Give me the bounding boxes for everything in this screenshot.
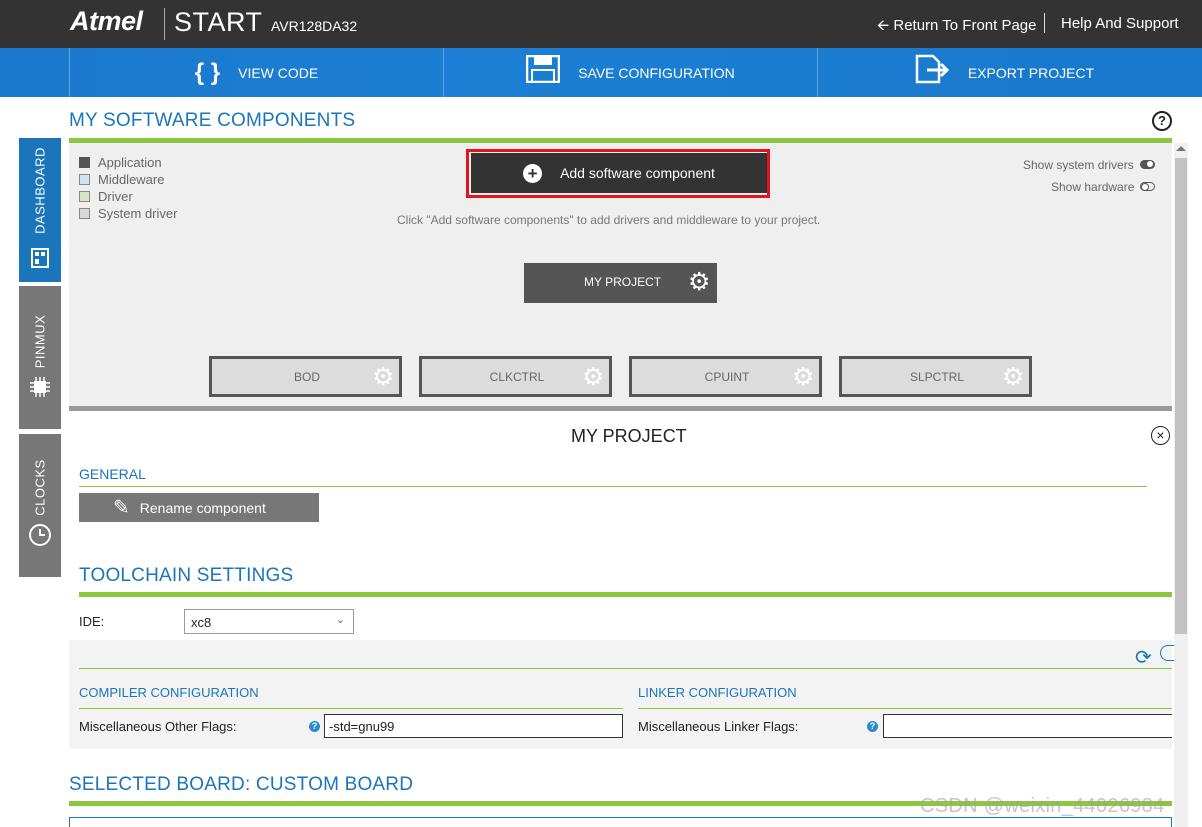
- top-bar: Atmel START AVR128DA32 🡨 Return To Front…: [0, 0, 1202, 48]
- component-bod[interactable]: BOD ⚙: [209, 356, 402, 397]
- save-configuration-label: SAVE CONFIGURATION: [578, 64, 735, 81]
- help-and-support-link[interactable]: Help And Support: [1061, 15, 1179, 32]
- highlight-box: [466, 149, 770, 198]
- legend-driver: Driver: [79, 189, 133, 204]
- show-system-drivers-label: Show system drivers: [1023, 158, 1134, 172]
- legend-swatch: [79, 191, 90, 202]
- info-icon[interactable]: ?: [309, 721, 320, 732]
- toolchain-sub-rule: [79, 668, 1172, 669]
- linker-flags-label: Miscellaneous Linker Flags:: [638, 719, 799, 734]
- legend-application: Application: [79, 155, 162, 170]
- floppy-disk-icon: [525, 54, 561, 90]
- show-system-drivers-toggle[interactable]: Show system drivers: [1023, 158, 1155, 172]
- tab-pinmux[interactable]: PINMUX: [19, 286, 61, 429]
- board-panel: [69, 817, 1172, 827]
- gear-icon[interactable]: ⚙: [1002, 365, 1024, 390]
- save-configuration-button[interactable]: SAVE CONFIGURATION: [443, 48, 817, 97]
- info-icon[interactable]: ?: [867, 721, 878, 732]
- ide-selected-value: xc8: [191, 615, 212, 630]
- tab-clocks-label: CLOCKS: [32, 459, 48, 516]
- view-code-button[interactable]: { } VIEW CODE: [69, 48, 443, 97]
- legend-swatch: [79, 208, 90, 219]
- device-name: AVR128DA32: [271, 18, 358, 34]
- scroll-up-arrow[interactable]: [1176, 146, 1186, 151]
- refresh-icon[interactable]: ⟳: [1135, 645, 1152, 670]
- help-icon[interactable]: ?: [1152, 111, 1172, 131]
- gear-icon[interactable]: ⚙: [372, 365, 394, 390]
- legend-label: Driver: [98, 189, 133, 204]
- my-project-node-label: MY PROJECT: [584, 275, 662, 289]
- legend-middleware: Middleware: [79, 172, 164, 187]
- return-to-front-page-link[interactable]: 🡨 Return To Front Page: [877, 15, 1037, 40]
- tab-pinmux-label: PINMUX: [32, 314, 48, 369]
- legend-label: Application: [98, 155, 162, 170]
- rename-component-label: Rename component: [139, 499, 266, 516]
- tab-clocks[interactable]: CLOCKS: [19, 434, 61, 577]
- general-title: GENERAL: [79, 466, 146, 482]
- my-project-node[interactable]: MY PROJECT ⚙: [524, 263, 717, 303]
- braces-icon: { }: [194, 58, 221, 86]
- tab-dashboard[interactable]: DASHBOARD: [19, 138, 61, 282]
- gear-icon[interactable]: ⚙: [582, 365, 604, 390]
- dashboard-icon: [31, 248, 49, 273]
- legend-swatch: [79, 157, 90, 168]
- show-hardware-label: Show hardware: [1051, 180, 1135, 194]
- pencil-icon: ✎: [113, 497, 130, 519]
- main-toolbar: { } VIEW CODE SAVE CONFIGURATION EXPORT …: [0, 48, 1202, 97]
- add-component-hint: Click "Add software components" to add d…: [397, 213, 821, 227]
- legend-label: Middleware: [98, 172, 165, 187]
- toolchain-settings-title: TOOLCHAIN SETTINGS: [79, 565, 294, 586]
- atmel-logo: Atmel: [70, 6, 143, 36]
- scrollbar-thumb[interactable]: [1175, 158, 1187, 634]
- export-project-button[interactable]: EXPORT PROJECT: [817, 48, 1190, 97]
- show-hardware-toggle[interactable]: Show hardware: [1051, 180, 1156, 194]
- compiler-config-title: COMPILER CONFIGURATION: [79, 685, 259, 700]
- return-link-label: Return To Front Page: [893, 17, 1037, 34]
- arrow-left-icon: 🡨: [877, 17, 890, 34]
- watermark: CSDN @weixin_44026984: [920, 795, 1165, 817]
- compiler-flags-input[interactable]: [324, 714, 623, 738]
- compiler-rule: [79, 708, 623, 709]
- component-clkctrl[interactable]: CLKCTRL ⚙: [419, 356, 612, 397]
- gear-icon[interactable]: ⚙: [792, 365, 814, 390]
- linker-rule: [638, 708, 1172, 709]
- compiler-flags-label: Miscellaneous Other Flags:: [79, 719, 237, 734]
- export-icon: [914, 54, 950, 91]
- toolchain-rule: [79, 592, 1172, 597]
- gear-icon[interactable]: ⚙: [688, 270, 710, 295]
- linker-config-title: LINKER CONFIGURATION: [638, 685, 797, 700]
- software-components-title: MY SOFTWARE COMPONENTS: [69, 110, 356, 131]
- view-code-label: VIEW CODE: [238, 64, 319, 81]
- chip-icon: [30, 377, 50, 402]
- component-cpuint[interactable]: CPUINT ⚙: [629, 356, 822, 397]
- tab-dashboard-label: DASHBOARD: [32, 147, 48, 234]
- legend-system-driver: System driver: [79, 206, 177, 221]
- project-panel-title: MY PROJECT: [571, 426, 687, 446]
- linker-flags-input[interactable]: [883, 714, 1172, 738]
- legend-label: System driver: [98, 206, 178, 221]
- rename-component-button[interactable]: ✎ Rename component: [79, 493, 319, 522]
- legend-swatch: [79, 174, 90, 185]
- close-icon[interactable]: ×: [1151, 426, 1170, 445]
- export-project-label: EXPORT PROJECT: [967, 64, 1095, 81]
- product-name: START: [174, 7, 263, 37]
- ide-label: IDE:: [79, 614, 105, 629]
- toggle-off-icon: [1140, 182, 1156, 191]
- toggle-on-icon: [1139, 160, 1155, 169]
- selected-board-title: SELECTED BOARD: CUSTOM BOARD: [69, 774, 414, 795]
- clock-icon: [28, 523, 52, 552]
- top-link-divider: [1044, 13, 1045, 33]
- chevron-down-icon: ⌄: [335, 614, 345, 626]
- logo-divider: [164, 8, 165, 40]
- component-slpctrl[interactable]: SLPCTRL ⚙: [839, 356, 1032, 397]
- ide-select[interactable]: xc8 ⌄: [184, 609, 354, 634]
- reset-icon[interactable]: [1160, 645, 1174, 661]
- general-rule: [79, 486, 1147, 487]
